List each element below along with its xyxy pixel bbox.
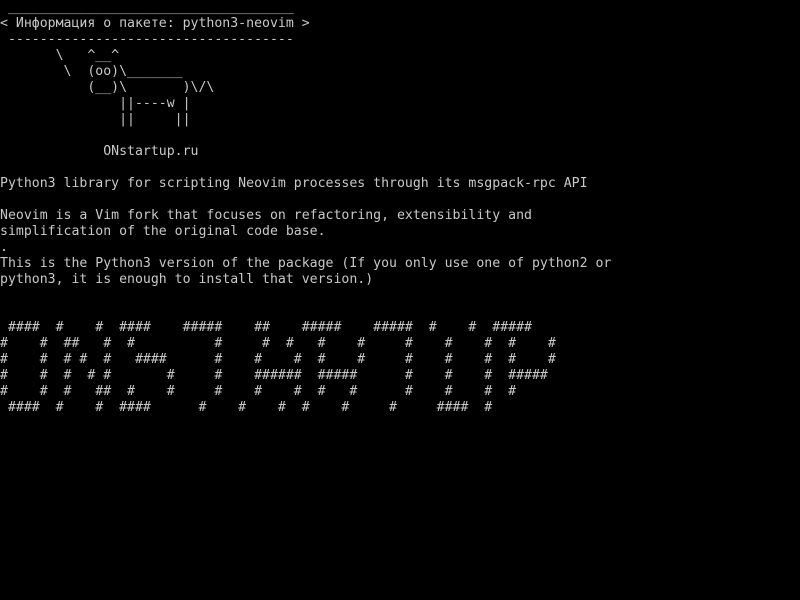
banner-ascii-art-line: # # # ## # # # # # # # # # # # (0, 384, 517, 399)
package-description-separator: . (0, 240, 8, 255)
package-description-line: python3, it is enough to install that ve… (0, 272, 374, 287)
cow-ascii-art-line: \ ^__^ (0, 48, 120, 63)
cowsay-bubble-text: < Информация о пакете: python3-neovim > (0, 16, 310, 31)
terminal-output: ____________________________________ < И… (0, 0, 800, 416)
banner-ascii-art-line: # # # # # #### # # # # # # # # # # (0, 352, 556, 367)
package-description-line: This is the Python3 version of the packa… (0, 256, 612, 271)
site-signature: ONstartup.ru (0, 144, 199, 159)
cow-ascii-art-line: (__)\ )\/\ (0, 80, 215, 95)
banner-ascii-art-line: # # # # # # # ###### ##### # # # ##### (0, 368, 548, 383)
banner-ascii-art-line: #### # # #### # # # # # # #### # (0, 400, 493, 415)
cowsay-bubble-bottom: ------------------------------------ (0, 32, 294, 47)
package-summary: Python3 library for scripting Neovim pro… (0, 176, 588, 191)
cow-ascii-art-line: ||----w | (0, 96, 191, 111)
package-description-line: Neovim is a Vim fork that focuses on ref… (0, 208, 532, 223)
cow-ascii-art-line: \ (oo)\_______ (0, 64, 183, 79)
cowsay-bubble-top: ____________________________________ (0, 0, 294, 15)
package-description-line: simplification of the original code base… (0, 224, 326, 239)
banner-ascii-art-line: #### # # #### ##### ## ##### ##### # # #… (0, 320, 532, 335)
banner-ascii-art-line: # # ## # # # # # # # # # # # # (0, 336, 556, 351)
terminal-screen[interactable]: ____________________________________ < И… (0, 0, 800, 600)
cow-ascii-art-line: || || (0, 112, 191, 127)
